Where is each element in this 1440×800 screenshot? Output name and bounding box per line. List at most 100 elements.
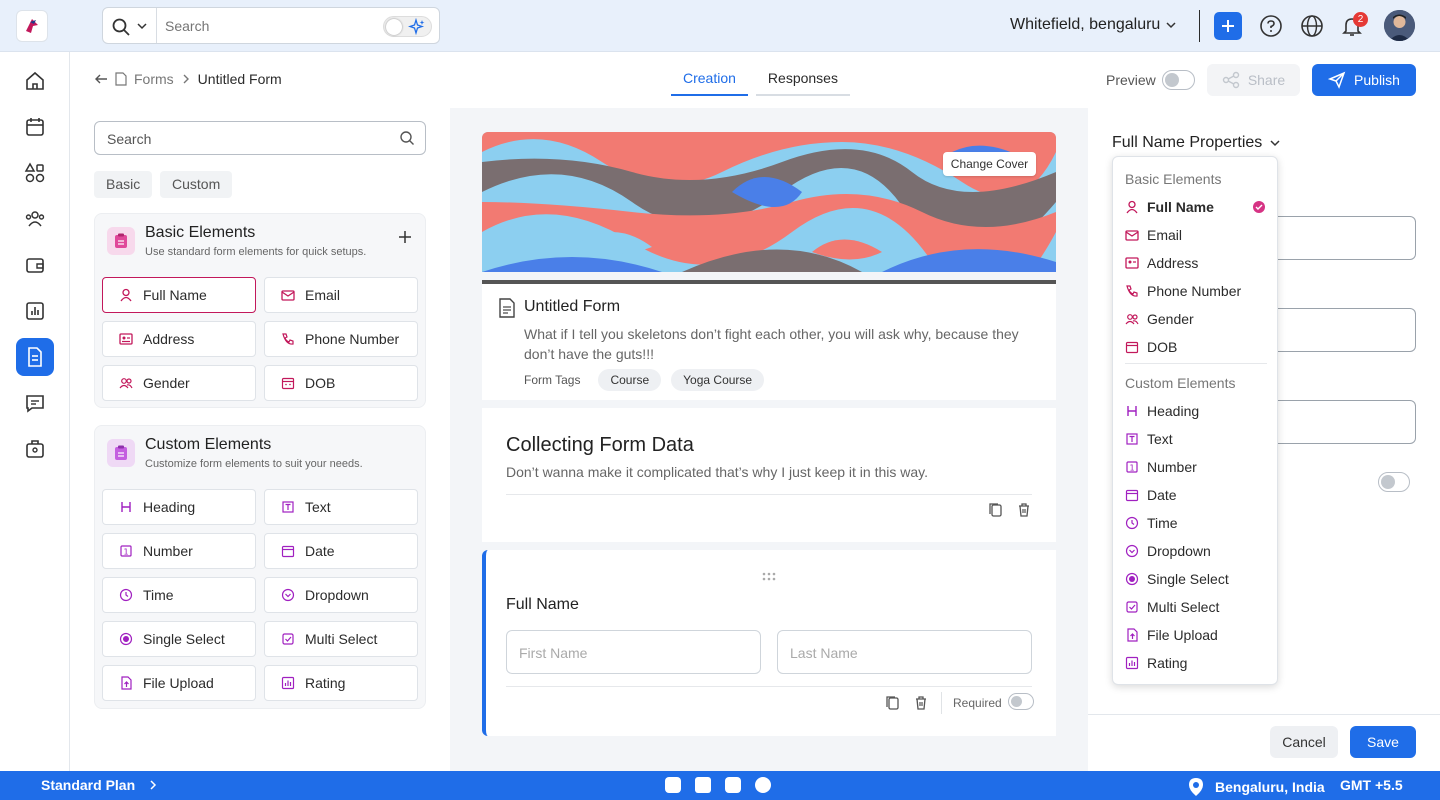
share-button[interactable]: Share [1207,64,1300,96]
required-toggle[interactable] [1008,693,1034,710]
element-multi-select[interactable]: Multi Select [264,621,418,657]
form-tags: Form Tags Course Yoga Course [524,369,765,391]
element-time[interactable]: Time [102,577,256,613]
dropdown-item-time[interactable]: Time [1125,511,1271,535]
element-dropdown[interactable]: Dropdown [264,577,418,613]
element-address[interactable]: Address [102,321,256,357]
element-rating[interactable]: Rating [264,665,418,701]
form-description[interactable]: What if I tell you skeletons don’t fight… [524,324,1044,364]
element-file-upload[interactable]: File Upload [102,665,256,701]
notes-icon[interactable] [665,777,681,793]
add-button[interactable] [1214,12,1242,40]
dropdown-item-heading[interactable]: Heading [1125,399,1271,423]
dropdown-item-dob[interactable]: DOB [1125,335,1271,359]
save-button[interactable]: Save [1350,726,1416,758]
location-selector[interactable]: Whitefield, bengaluru [1010,16,1176,34]
element-gender[interactable]: Gender [102,365,256,401]
trash-icon[interactable] [1016,502,1032,518]
change-cover-button[interactable]: Change Cover [943,152,1036,176]
tab-responses[interactable]: Responses [755,70,850,96]
last-name-input[interactable]: Last Name [777,630,1032,674]
element-email[interactable]: Email [264,277,418,313]
trash-icon[interactable] [913,695,929,711]
cancel-button[interactable]: Cancel [1270,726,1338,758]
rail-calendar[interactable] [16,108,54,146]
elements-search[interactable]: Search [94,121,426,155]
dropdown-item-number[interactable]: 1 Number [1125,455,1271,479]
dropdown-item-address[interactable]: Address [1125,251,1271,275]
help-icon[interactable] [1259,14,1283,38]
element-full-name[interactable]: Full Name [102,277,256,313]
dropdown-item-text[interactable]: Text [1125,427,1271,451]
dropdown-item-phone-number[interactable]: Phone Number [1125,279,1271,303]
app-logo[interactable] [16,10,48,42]
users-icon [1125,314,1139,325]
location-pin-icon [1189,778,1203,796]
element-date[interactable]: Date [264,533,418,569]
rail-reports[interactable] [16,292,54,330]
rail-messages[interactable] [16,384,54,422]
chat-icon[interactable] [725,777,741,793]
message-bubble-icon[interactable] [755,777,771,793]
user-avatar[interactable] [1384,10,1415,41]
rail-forms[interactable] [16,338,54,376]
tab-creation[interactable]: Creation [671,70,748,96]
rail-wallet[interactable] [16,246,54,284]
element-heading[interactable]: Heading [102,489,256,525]
section-title[interactable]: Collecting Form Data [506,434,694,457]
dropdown-item-email[interactable]: Email [1125,223,1271,247]
rail-people[interactable] [16,200,54,238]
element-single-select[interactable]: Single Select [102,621,256,657]
plan-label: Standard Plan [41,777,136,793]
plan-link[interactable]: Standard Plan [41,777,157,793]
dropdown-item-dropdown[interactable]: Dropdown [1125,539,1271,563]
ai-search-toggle[interactable] [383,16,432,37]
mail-icon[interactable] [695,777,711,793]
chip-custom[interactable]: Custom [160,171,233,198]
element-text[interactable]: Text [264,489,418,525]
copy-icon[interactable] [885,695,901,711]
drag-handle-icon[interactable] [762,572,776,582]
tag-chip[interactable]: Yoga Course [671,369,765,391]
back-arrow-icon[interactable] [94,72,108,86]
dropdown-item-rating[interactable]: Rating [1125,651,1271,675]
dropdown-item-multi-select[interactable]: Multi Select [1125,595,1271,619]
dropdown-item-single-select[interactable]: Single Select [1125,567,1271,591]
rail-home[interactable] [16,62,54,100]
first-name-input[interactable]: First Name [506,630,761,674]
section-description[interactable]: Don’t wanna make it complicated that’s w… [506,464,928,480]
phone-icon [282,333,294,345]
dropdown-item-file-upload[interactable]: File Upload [1125,623,1271,647]
tag-chip[interactable]: Course [598,369,662,391]
rail-briefcase[interactable] [16,430,54,468]
copy-icon[interactable] [988,502,1004,518]
preview-toggle[interactable] [1162,70,1195,90]
calendar-icon [281,377,295,390]
message-icon [26,395,44,413]
dropdown-item-gender[interactable]: Gender [1125,307,1271,331]
properties-title-label: Full Name Properties [1112,134,1263,151]
element-dob[interactable]: DOB [264,365,418,401]
property-toggle[interactable] [1378,472,1410,492]
element-number[interactable]: 1 Number [102,533,256,569]
field-label[interactable]: Full Name [506,596,579,614]
search-input[interactable] [165,14,375,38]
wallet-icon [26,258,44,273]
full-name-field-card[interactable]: Full Name First Name Last Name Required [482,550,1056,736]
person-icon [120,288,132,302]
dropdown-item-label: Address [1147,255,1199,271]
dropdown-item-full-name[interactable]: Full Name [1125,195,1271,219]
rail-apps[interactable] [16,154,54,192]
properties-title[interactable]: Full Name Properties [1112,134,1280,152]
dropdown-icon [281,588,295,602]
chevron-down-icon[interactable] [137,21,147,31]
global-search[interactable] [102,7,440,44]
plus-icon[interactable] [398,230,412,244]
dropdown-item-date[interactable]: Date [1125,483,1271,507]
publish-button[interactable]: Publish [1312,64,1416,96]
breadcrumb-parent[interactable]: Forms [134,71,174,87]
element-phone-number[interactable]: Phone Number [264,321,418,357]
globe-icon[interactable] [1300,14,1324,38]
chip-basic[interactable]: Basic [94,171,153,198]
form-title[interactable]: Untitled Form [524,298,620,316]
